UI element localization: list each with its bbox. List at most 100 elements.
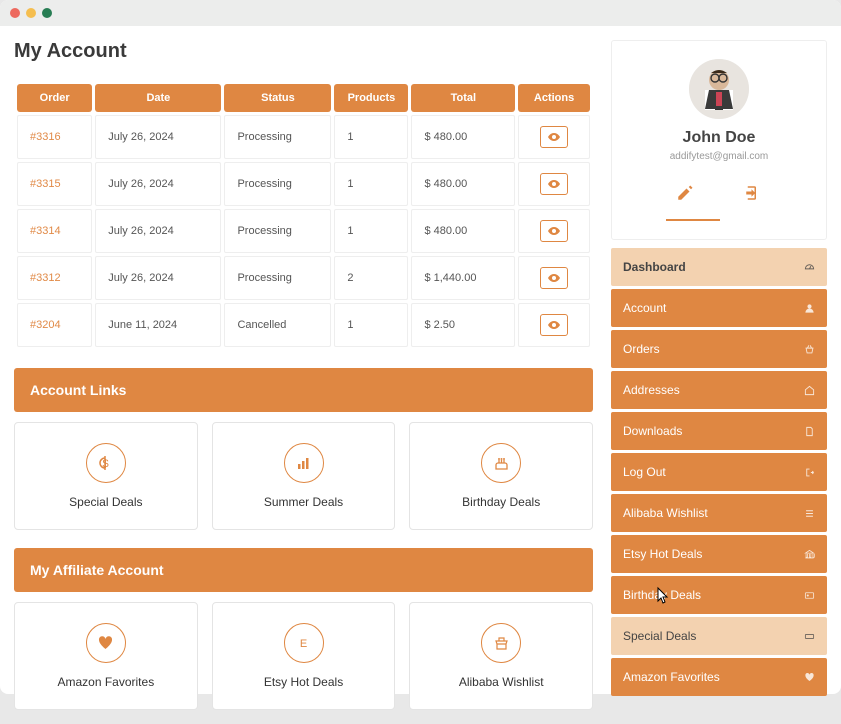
order-total: $ 480.00 [411,115,515,159]
avatar [689,59,749,119]
order-date: July 26, 2024 [95,115,221,159]
view-order-button[interactable] [540,267,568,289]
col-actions: Actions [518,84,590,112]
order-status: Cancelled [224,303,331,347]
nav-alibaba-wishlist[interactable]: Alibaba Wishlist [611,494,827,532]
order-status: Processing [224,209,331,253]
nav-label: Amazon Favorites [623,670,720,684]
order-status: Processing [224,115,331,159]
view-order-button[interactable] [540,126,568,148]
view-order-button[interactable] [540,173,568,195]
nav-log-out[interactable]: Log Out [611,453,827,491]
col-products: Products [334,84,408,112]
order-products: 1 [334,209,408,253]
nav-label: Special Deals [623,629,696,643]
order-date: July 26, 2024 [95,256,221,300]
nav-addresses[interactable]: Addresses [611,371,827,409]
profile-card: John Doe addifytest@gmail.com [611,40,827,240]
orders-table: OrderDateStatusProductsTotalActions #331… [14,81,593,350]
nav-birthday-deals[interactable]: Birthday Deals [611,576,827,614]
file-icon [804,426,815,437]
order-id[interactable]: #3314 [17,209,92,253]
bank-icon [804,549,815,560]
nav-label: Downloads [623,424,682,438]
order-actions [518,303,590,347]
nav-label: Etsy Hot Deals [623,547,702,561]
letter-icon: E [284,623,324,663]
order-status: Processing [224,256,331,300]
view-order-button[interactable] [540,314,568,336]
dollar-icon: $ [86,443,126,483]
col-order: Order [17,84,92,112]
nav-special-deals[interactable]: Special Deals [611,617,827,655]
card-special-deals[interactable]: $Special Deals [14,422,198,530]
order-id[interactable]: #3315 [17,162,92,206]
nav-downloads[interactable]: Downloads [611,412,827,450]
card-summer-deals[interactable]: Summer Deals [212,422,396,530]
order-products: 2 [334,256,408,300]
order-date: June 11, 2024 [95,303,221,347]
col-status: Status [224,84,331,112]
order-actions [518,115,590,159]
home-icon [804,385,815,396]
profile-name: John Doe [683,129,756,147]
list-icon [804,508,815,519]
table-row: #3204 June 11, 2024 Cancelled 1 $ 2.50 [17,303,590,347]
order-actions [518,209,590,253]
nav-label: Dashboard [623,260,686,274]
basket-icon [804,344,815,355]
shop-icon [481,623,521,663]
order-total: $ 1,440.00 [411,256,515,300]
table-row: #3315 July 26, 2024 Processing 1 $ 480.0… [17,162,590,206]
nav-label: Addresses [623,383,680,397]
titlebar [0,0,841,26]
nav-label: Account [623,301,666,315]
view-order-button[interactable] [540,220,568,242]
order-actions [518,256,590,300]
order-total: $ 480.00 [411,162,515,206]
profile-email: addifytest@gmail.com [670,151,769,162]
minimize-dot[interactable] [26,8,36,18]
order-total: $ 480.00 [411,209,515,253]
account-links-header: Account Links [14,368,593,412]
card-label: Amazon Favorites [57,675,154,689]
edit-profile-icon[interactable] [676,184,694,207]
heart-icon [86,623,126,663]
table-row: #3314 July 26, 2024 Processing 1 $ 480.0… [17,209,590,253]
close-dot[interactable] [10,8,20,18]
id-icon [804,590,815,601]
nav-account[interactable]: Account [611,289,827,327]
order-status: Processing [224,162,331,206]
nav-label: Alibaba Wishlist [623,506,708,520]
order-date: July 26, 2024 [95,209,221,253]
card-birthday-deals[interactable]: Birthday Deals [409,422,593,530]
nav-label: Orders [623,342,660,356]
order-total: $ 2.50 [411,303,515,347]
order-id[interactable]: #3316 [17,115,92,159]
card-label: Summer Deals [264,495,343,509]
nav-etsy-hot-deals[interactable]: Etsy Hot Deals [611,535,827,573]
maximize-dot[interactable] [42,8,52,18]
col-total: Total [411,84,515,112]
order-date: July 26, 2024 [95,162,221,206]
table-row: #3316 July 26, 2024 Processing 1 $ 480.0… [17,115,590,159]
cake-icon [481,443,521,483]
gauge-icon [804,262,815,273]
order-products: 1 [334,115,408,159]
order-id[interactable]: #3204 [17,303,92,347]
nav-orders[interactable]: Orders [611,330,827,368]
nav-dashboard[interactable]: Dashboard [611,248,827,286]
order-products: 1 [334,162,408,206]
card-label: Etsy Hot Deals [264,675,343,689]
nav-amazon-favorites[interactable]: Amazon Favorites [611,658,827,696]
chart-icon [284,443,324,483]
card-label: Alibaba Wishlist [459,675,544,689]
nav-label: Birthday Deals [623,588,701,602]
order-actions [518,162,590,206]
logout-icon[interactable] [744,184,762,207]
user-icon [804,303,815,314]
order-id[interactable]: #3312 [17,256,92,300]
svg-text:$: $ [103,458,109,470]
nav-label: Log Out [623,465,666,479]
table-row: #3312 July 26, 2024 Processing 2 $ 1,440… [17,256,590,300]
